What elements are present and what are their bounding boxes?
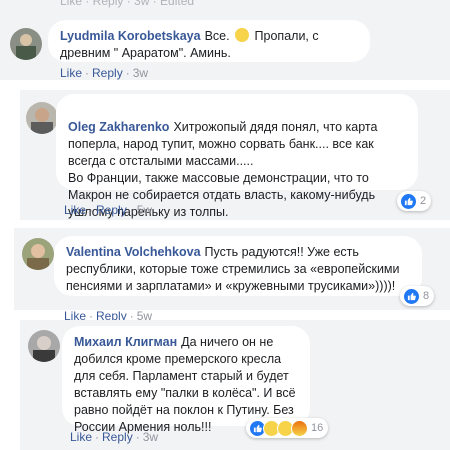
comment-bubble: Oleg Zakharenko Хитрожопый дядя понял, чт… (56, 94, 418, 219)
comment-actions: Like · Reply · 5w (64, 203, 153, 217)
comment-author[interactable]: Михаил Клигман (74, 335, 177, 349)
like-reaction-icon (403, 287, 420, 305)
comment-time[interactable]: 3w (133, 66, 148, 80)
like-reaction-icon (400, 192, 417, 210)
comment-actions: Like · Reply · 3w (60, 66, 149, 80)
comment-actions: Like · Reply · 3w (70, 430, 159, 444)
reply-button[interactable]: Reply (102, 430, 133, 444)
sad-emoji-icon (235, 28, 250, 42)
reactions-badge[interactable]: 16 (246, 418, 329, 438)
avatar[interactable] (28, 330, 60, 362)
like-button[interactable]: Like (64, 203, 86, 217)
reply-button[interactable]: Reply (96, 203, 127, 217)
comment-bubble: Valentina Volchehkova Пусть радуются!! Уж… (54, 236, 422, 296)
comment-panel: Lyudmila Korobetskaya Все. Пропали, с дре… (0, 8, 450, 80)
comment-author[interactable]: Valentina Volchehkova (66, 245, 201, 259)
comment-author[interactable]: Lyudmila Korobetskaya (60, 29, 201, 43)
reaction-count: 8 (423, 290, 430, 302)
like-button[interactable]: Like (70, 430, 92, 444)
comment-time[interactable]: 3w (143, 430, 158, 444)
comment-bubble: Михаил Клигман Да ничего он не добился кр… (62, 326, 310, 434)
angry-reaction-icon (291, 419, 308, 437)
comment-panel: Михаил Клигман Да ничего он не добился кр… (20, 320, 450, 450)
previous-comment-actions: Like · Reply · 3w · Edited (0, 0, 450, 8)
reply-button[interactable]: Reply (92, 66, 123, 80)
comment-author[interactable]: Oleg Zakharenko (68, 120, 169, 134)
comment-panel: Oleg Zakharenko Хитрожопый дядя понял, чт… (20, 90, 450, 220)
reaction-count: 16 (311, 422, 324, 434)
avatar[interactable] (26, 102, 58, 134)
comment-text: Все. (204, 29, 230, 43)
avatar[interactable] (10, 28, 42, 60)
reactions-badge[interactable]: 2 (397, 191, 432, 211)
reactions-badge[interactable]: 8 (400, 286, 435, 306)
reaction-count: 2 (420, 195, 427, 207)
comment-panel: Valentina Volchehkova Пусть радуются!! Уж… (14, 228, 450, 310)
comment-time[interactable]: 5w (137, 203, 152, 217)
comment-bubble: Lyudmila Korobetskaya Все. Пропали, с дре… (48, 20, 370, 62)
avatar[interactable] (22, 238, 54, 270)
previous-comment-meta: Like · Reply · 3w · Edited (60, 0, 195, 8)
like-button[interactable]: Like (60, 66, 82, 80)
